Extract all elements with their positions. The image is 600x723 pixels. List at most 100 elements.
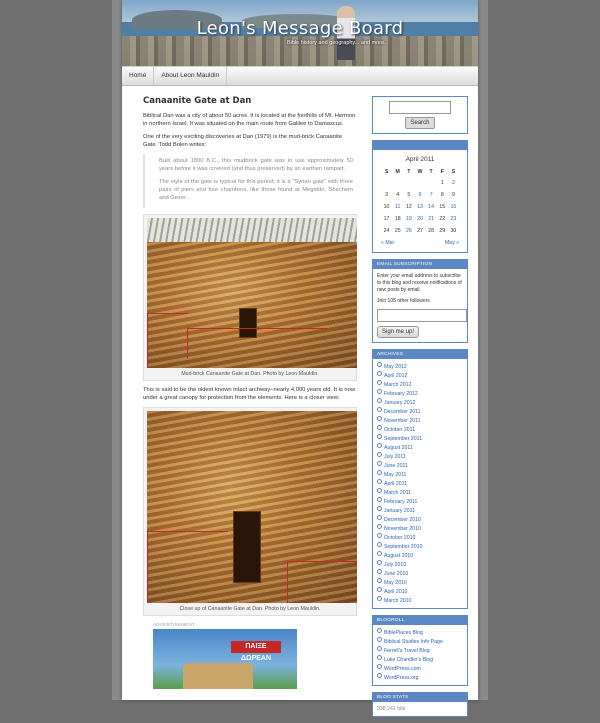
calendar-table: SMTWTFS 12345678910111213141516171819202… [381,166,459,237]
post-paragraph: This is said to be the oldest known inta… [143,386,357,402]
archive-link-label: May 2010 [384,580,407,586]
blogroll-link[interactable]: Biblical Studies Info Page [377,637,463,646]
advertisement-banner[interactable]: ΠΑΙΞΕ ΔΩΡΕΑΝ [153,629,297,689]
bullet-icon [377,380,382,385]
calendar-widget: April 2011 SMTWTFS 123456789101112131415… [372,140,468,253]
archive-link[interactable]: June 2010 [377,569,463,578]
search-button[interactable]: Search [405,117,435,129]
main-nav: Home About Leon Mauldin [122,66,478,86]
calendar-day[interactable]: 21 [426,213,437,225]
page-wrapper: Leon's Message Board Bible history and g… [122,0,478,700]
archive-link-label: August 2011 [384,445,413,451]
calendar-next-link[interactable]: May » [445,240,459,246]
archive-link[interactable]: October 2010 [377,533,463,542]
blogroll-link[interactable]: Ferrell's Travel Blog [377,646,463,655]
blogroll-link-label: WordPress.com [384,666,421,672]
site-header: Leon's Message Board Bible history and g… [122,0,478,66]
archive-link[interactable]: April 2010 [377,587,463,596]
followers-count: Join 105 other followers [377,298,463,305]
calendar-day[interactable]: 13 [414,201,425,213]
email-field[interactable] [377,309,467,322]
calendar-day[interactable]: 19 [403,213,414,225]
calendar-day: 9 [448,189,459,201]
calendar-empty-cell [414,177,425,189]
calendar-week: 10111213141516 [381,201,459,213]
archive-link[interactable]: July 2010 [377,560,463,569]
nav-item-home[interactable]: Home [122,67,154,85]
archive-link[interactable]: October 2011 [377,425,463,434]
calendar-day: 5 [403,189,414,201]
archive-link[interactable]: May 2011 [377,470,463,479]
archive-link[interactable]: March 2011 [377,488,463,497]
calendar-day[interactable]: 16 [448,201,459,213]
calendar-day[interactable]: 6 [414,189,425,201]
sidebar: Search April 2011 SMTWTFS 12345678910111… [372,96,468,723]
blogroll-link[interactable]: BiblePlaces Blog [377,628,463,637]
archive-link[interactable]: May 2010 [377,578,463,587]
post-title[interactable]: Canaanite Gate at Dan [143,96,357,106]
archive-link[interactable]: July 2011 [377,452,463,461]
calendar-prev-link[interactable]: « Mar [381,240,394,246]
bullet-icon [377,479,382,484]
bullet-icon [377,389,382,394]
quote-paragraph: The style of the gate is typical for thi… [159,178,353,202]
calendar-day[interactable]: 26 [403,225,414,237]
blogroll-link[interactable]: WordPress.org [377,673,463,682]
blogroll-link[interactable]: Luke Chandler's Blog [377,655,463,664]
archive-link-label: September 2011 [384,436,422,442]
archive-link[interactable]: January 2011 [377,506,463,515]
calendar-day: 24 [381,225,392,237]
archives-body: May 2012April 2012 March 2012 February 201… [373,359,467,608]
calendar-day-header: T [426,166,437,177]
bullet-icon [377,416,382,421]
archive-link-label: May 2012 [384,364,407,370]
widget-title: BLOG STATS [373,693,467,702]
sign-me-up-button[interactable]: Sign me up! [377,326,419,338]
archive-link[interactable]: December 2011 [377,407,463,416]
archive-link-label: February 2012 [384,391,418,397]
archive-link[interactable]: December 2010 [377,515,463,524]
archive-link[interactable]: September 2010 [377,542,463,551]
calendar-body: April 2011 SMTWTFS 123456789101112131415… [373,150,467,252]
calendar-week: 12 [381,177,459,189]
blogroll-link[interactable]: WordPress.com [377,664,463,673]
archive-link[interactable]: April 2011 [377,479,463,488]
calendar-empty-cell [403,177,414,189]
archive-link-label: August 2010 [384,553,413,559]
nav-item-about[interactable]: About Leon Mauldin [154,67,227,85]
archive-link[interactable]: March 2010 [377,596,463,605]
archive-link[interactable]: September 2011 [377,434,463,443]
subscription-text: Enter your email address to subscribe to… [377,273,463,294]
bullet-icon [377,488,382,493]
blogroll-widget: BLOGROLL BiblePlaces BlogBiblical Studie… [372,615,468,686]
archive-link[interactable]: June 2011 [377,461,463,470]
archive-link[interactable]: November 2010 [377,524,463,533]
archive-link[interactable]: August 2011 [377,443,463,452]
archive-link-label: March 2012 [384,382,411,388]
calendar-day[interactable]: 7 [426,189,437,201]
archive-link-label: April 2011 [384,481,407,487]
gate-photo[interactable] [147,218,357,368]
bullet-icon [377,551,382,556]
calendar-day[interactable]: 14 [426,201,437,213]
photo-figure: Close up of Canaanite Gate at Dan. Photo… [143,407,357,616]
archive-link[interactable]: August 2010 [377,551,463,560]
bullet-icon [377,569,382,574]
gate-closeup-photo[interactable] [147,411,357,603]
archive-link[interactable]: March 2012 [377,380,463,389]
calendar-day[interactable]: 20 [414,213,425,225]
calendar-day[interactable]: 23 [448,213,459,225]
search-input[interactable] [389,101,451,114]
archive-link[interactable]: January 2012 [377,398,463,407]
archive-link[interactable]: February 2012 [377,389,463,398]
archive-link[interactable]: November 2011 [377,416,463,425]
site-title[interactable]: Leon's Message Board [122,18,478,39]
archive-link[interactable]: April 2012 [377,371,463,380]
calendar-day[interactable]: 11 [392,201,403,213]
calendar-day[interactable]: 2 [448,177,459,189]
bullet-icon [377,655,382,660]
archive-link[interactable]: May 2012 [377,362,463,371]
archive-link[interactable]: February 2011 [377,497,463,506]
photo-gate-doorway [233,511,261,583]
widget-title: ARCHIVES [373,350,467,359]
